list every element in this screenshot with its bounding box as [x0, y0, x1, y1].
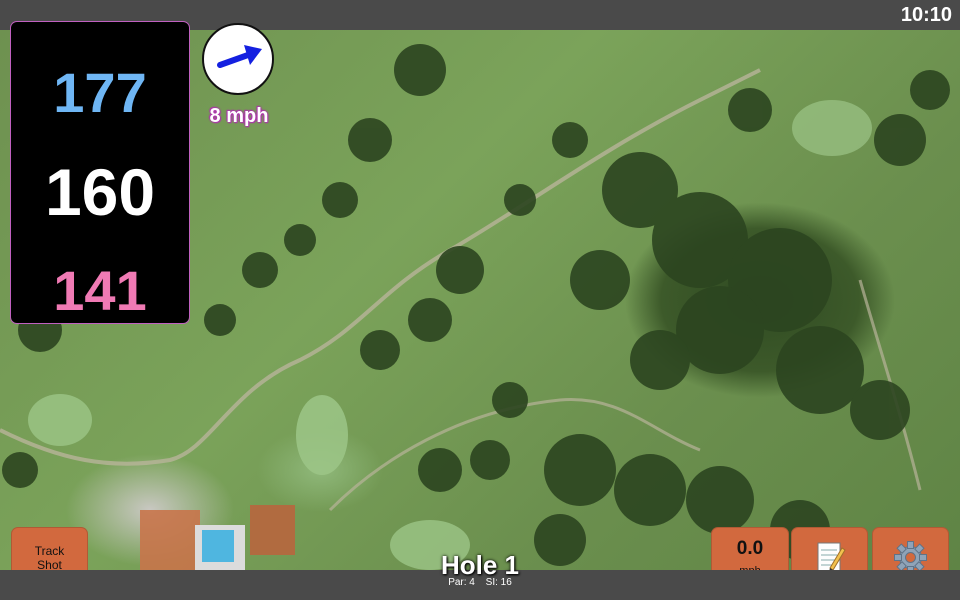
wind-direction-arrow-icon	[217, 45, 262, 68]
hole-par: Par: 4	[448, 577, 475, 588]
hole-info: Par: 4 SI: 16	[380, 577, 580, 588]
back-of-green-distance: 177	[53, 61, 147, 124]
speed-value: 0.0	[736, 538, 764, 559]
wind-direction-indicator	[202, 23, 274, 95]
clock: 10:10	[900, 4, 952, 26]
distance-panel: 177 160 141	[11, 22, 189, 323]
wind-speed: 8 mph	[209, 105, 269, 127]
middle-of-green-distance: 160	[44, 155, 156, 229]
hole-stroke-index: SI: 16	[485, 577, 512, 588]
front-of-green-distance: 141	[53, 259, 147, 322]
track-shot-label-line1: Track	[34, 544, 65, 558]
